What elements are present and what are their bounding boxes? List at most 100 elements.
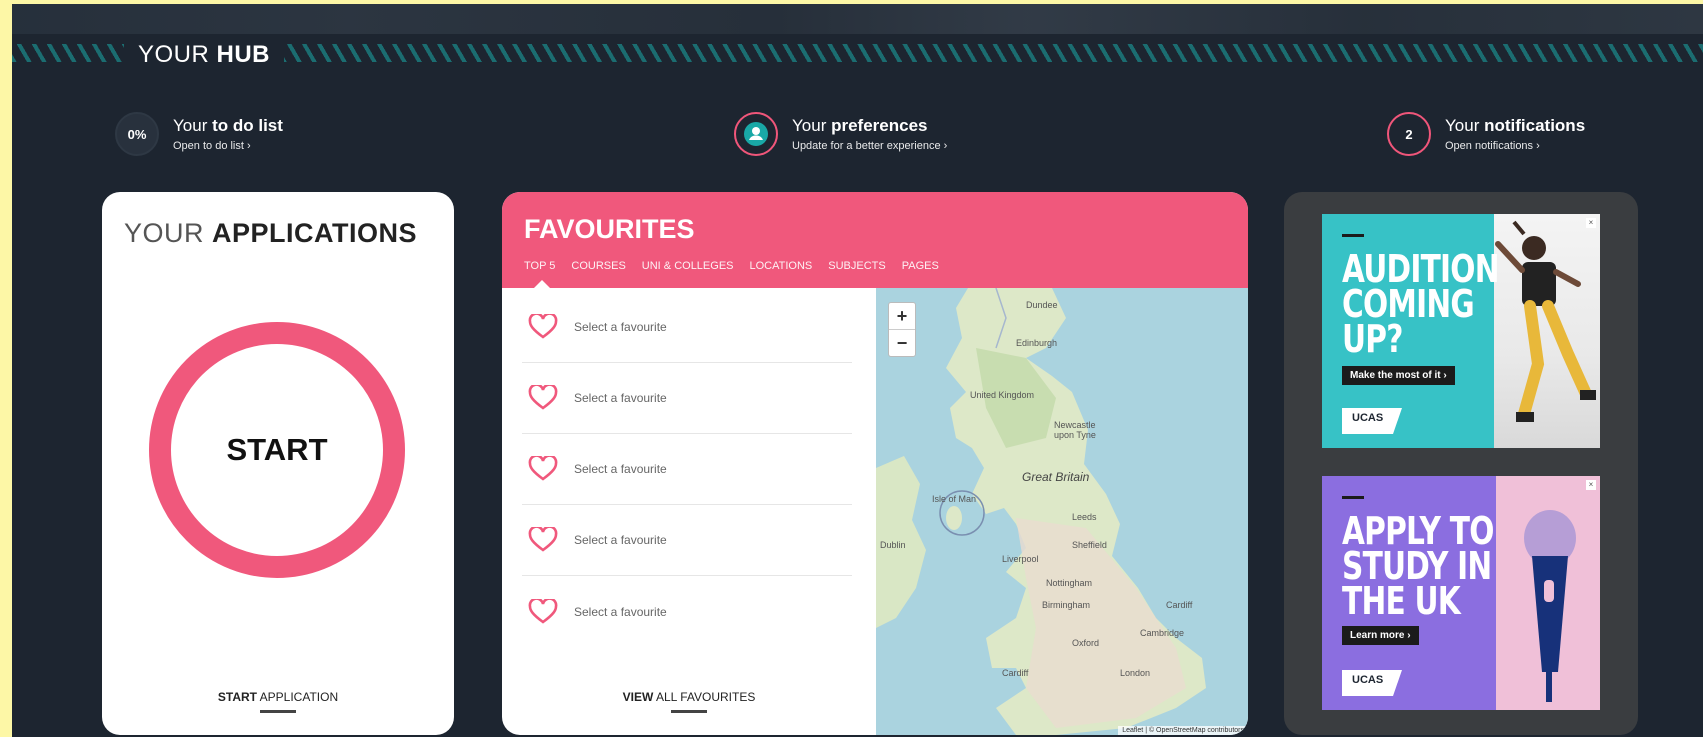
map-label-dundee: Dundee — [1026, 300, 1058, 310]
user-icon — [744, 122, 768, 146]
ad-cta-button[interactable]: Learn more › — [1342, 626, 1419, 645]
dancer-photo — [1494, 214, 1600, 448]
heart-icon — [528, 314, 558, 339]
tab-top-5[interactable]: TOP 5 — [524, 260, 555, 272]
notifications-bold: notifications — [1484, 116, 1586, 135]
notifications-count-circle: 2 — [1387, 112, 1431, 156]
ad-headline: AUDITION COMING UP? — [1342, 250, 1500, 361]
notifications-prefix: Your — [1445, 116, 1480, 135]
open-todo-link[interactable]: Open to do list › — [173, 140, 283, 152]
start-application-link-bold: START — [217, 690, 257, 704]
tab-subjects[interactable]: SUBJECTS — [828, 260, 885, 272]
tab-pages[interactable]: PAGES — [902, 260, 939, 272]
favourite-placeholder: Select a favourite — [574, 391, 667, 405]
open-notifications-link[interactable]: Open notifications › — [1445, 140, 1585, 152]
applications-title-bold: APPLICATIONS — [212, 218, 418, 248]
favourite-placeholder: Select a favourite — [574, 320, 667, 334]
list-item[interactable]: Select a favourite — [522, 434, 852, 505]
heart-icon — [528, 598, 558, 624]
todo-heading: Your to do list — [173, 116, 283, 136]
hub-title-prefix: YOUR — [138, 41, 210, 68]
favourites-list: Select a favourite Select a favourite Se… — [522, 292, 852, 647]
ad-dash — [1342, 496, 1364, 499]
todo-bold: to do list — [212, 116, 283, 135]
map-zoom-control: + − — [888, 302, 916, 357]
audition-ad[interactable]: AUDITION COMING UP? Make the most of it … — [1322, 214, 1600, 448]
view-all-favourites-link[interactable]: VIEW ALL FAVOURITES — [502, 690, 876, 713]
ad-headline-line: UP? — [1342, 317, 1403, 361]
notifications-widget[interactable]: 2 Your notifications Open notifications … — [1387, 112, 1585, 156]
hub-title: YOUR HUB — [124, 41, 285, 68]
start-application-ring-button[interactable]: START — [149, 322, 405, 578]
map-label-cardiff: Cardiff — [1002, 668, 1029, 678]
list-item[interactable]: Select a favourite — [522, 505, 852, 576]
notifications-heading: Your notifications — [1445, 116, 1585, 136]
list-item[interactable]: Select a favourite — [522, 576, 852, 647]
favourites-tabs: TOP 5 COURSES UNI & COLLEGES LOCATIONS S… — [524, 260, 939, 272]
start-application-link-rest: APPLICATION — [259, 690, 339, 704]
start-label: START — [226, 432, 328, 467]
microphone-photo — [1496, 476, 1600, 710]
map-label-liverpool: Liverpool — [1002, 554, 1039, 564]
notifications-count: 2 — [1405, 126, 1413, 142]
start-application-link[interactable]: START APPLICATION — [102, 690, 454, 713]
ad-info-icon[interactable]: × — [1586, 218, 1596, 228]
link-underline — [260, 710, 296, 713]
map-attribution[interactable]: Leaflet | © OpenStreetMap contributors — [1118, 726, 1248, 735]
applications-title-prefix: YOUR — [124, 218, 205, 248]
applications-title: YOUR APPLICATIONS — [124, 218, 417, 249]
preferences-heading: Your preferences — [792, 116, 947, 136]
ad-dash — [1342, 234, 1364, 237]
map-label-edinburgh: Edinburgh — [1016, 338, 1058, 348]
microphone-icon — [1524, 510, 1576, 702]
favourites-map[interactable]: Dundee Edinburgh United Kingdom Newcastl… — [876, 288, 1248, 735]
link-underline — [671, 710, 707, 713]
view-all-link-bold: VIEW — [622, 690, 654, 704]
todo-prefix: Your — [173, 116, 208, 135]
favourites-title: FAVOURITES — [524, 214, 695, 244]
map-label-great-britain: Great Britain — [1022, 470, 1090, 484]
preferences-widget[interactable]: Your preferences Update for a better exp… — [734, 112, 947, 156]
todo-widget[interactable]: 0% Your to do list Open to do list › — [115, 112, 283, 156]
update-preferences-link[interactable]: Update for a better experience › — [792, 140, 947, 152]
ads-panel: AUDITION COMING UP? Make the most of it … — [1284, 192, 1638, 735]
ad-cta-button[interactable]: Make the most of it › — [1342, 366, 1455, 385]
tab-courses[interactable]: COURSES — [571, 260, 625, 272]
favourite-placeholder: Select a favourite — [574, 462, 667, 476]
map-label-cambridge: Cambridge — [1140, 628, 1185, 638]
map-label-isle-of-man: Isle of Man — [932, 494, 977, 504]
todo-percent: 0% — [127, 126, 147, 142]
ad-info-icon[interactable]: × — [1586, 480, 1596, 490]
tab-uni-colleges[interactable]: UNI & COLLEGES — [642, 260, 734, 272]
map-label-dublin: Dublin — [880, 540, 906, 550]
dancer-figure — [1495, 220, 1596, 422]
ad-headline: APPLY TO STUDY IN THE UK — [1342, 512, 1494, 623]
top-banner-background — [12, 4, 1703, 34]
map-label-london: London — [1120, 668, 1151, 678]
view-all-link-rest: ALL FAVOURITES — [655, 690, 756, 704]
map-label-nottingham: Nottingham — [1046, 578, 1093, 588]
map-label-newcastle: Newcastle upon Tyne — [1054, 420, 1096, 440]
map-label-norwich: Cardiff — [1166, 600, 1193, 610]
tab-locations[interactable]: LOCATIONS — [750, 260, 813, 272]
ad-headline-line: THE UK — [1342, 579, 1461, 623]
zoom-in-button[interactable]: + — [889, 303, 915, 329]
favourite-placeholder: Select a favourite — [574, 533, 667, 547]
favourites-header: FAVOURITES TOP 5 COURSES UNI & COLLEGES … — [502, 192, 1248, 288]
map-label-birmingham: Birmingham — [1042, 600, 1091, 610]
apply-uk-ad[interactable]: APPLY TO STUDY IN THE UK Learn more › UC… — [1322, 476, 1600, 710]
list-item[interactable]: Select a favourite — [522, 292, 852, 363]
hub-title-bold: HUB — [216, 41, 271, 68]
hub-panel: YOUR HUB 0% Your to do list Open to do l… — [12, 4, 1703, 737]
preferences-prefix: Your — [792, 116, 827, 135]
applications-card: YOUR APPLICATIONS START START APPLICATIO… — [102, 192, 454, 735]
list-item[interactable]: Select a favourite — [522, 363, 852, 434]
map-label-united-kingdom: United Kingdom — [970, 390, 1035, 400]
zoom-out-button[interactable]: − — [889, 329, 915, 356]
preferences-circle — [734, 112, 778, 156]
favourites-card: FAVOURITES TOP 5 COURSES UNI & COLLEGES … — [502, 192, 1248, 735]
map-label-oxford: Oxford — [1072, 638, 1100, 648]
map-label-leeds: Leeds — [1072, 512, 1097, 522]
heart-icon — [528, 385, 558, 410]
map-landmass — [876, 288, 1206, 735]
